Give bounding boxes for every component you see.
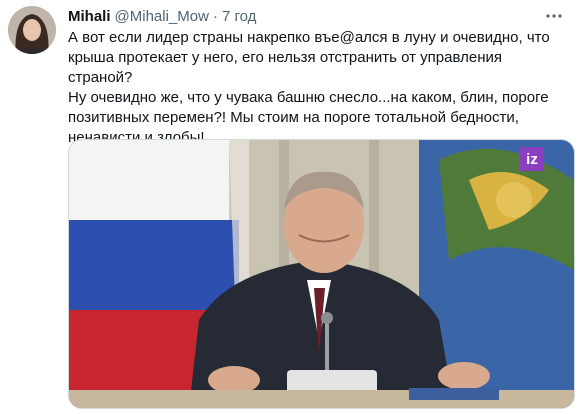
- tweet-header: Mihali @Mihali_Mow · 7 год: [68, 6, 256, 26]
- media-image: [69, 140, 574, 408]
- tweet-media[interactable]: iz: [68, 139, 575, 409]
- more-icon[interactable]: [540, 2, 568, 30]
- author-name[interactable]: Mihali: [68, 8, 111, 25]
- separator: ·: [212, 7, 218, 25]
- tweet[interactable]: Mihali @Mihali_Mow · 7 год А вот если ли…: [0, 0, 578, 414]
- author-handle[interactable]: @Mihali_Mow: [115, 8, 209, 25]
- tweet-text: А вот если лидер страны накрепко въе@алс…: [68, 29, 550, 146]
- timestamp[interactable]: 7 год: [222, 8, 256, 25]
- avatar[interactable]: [8, 6, 56, 54]
- iz-logo-badge: iz: [520, 147, 544, 171]
